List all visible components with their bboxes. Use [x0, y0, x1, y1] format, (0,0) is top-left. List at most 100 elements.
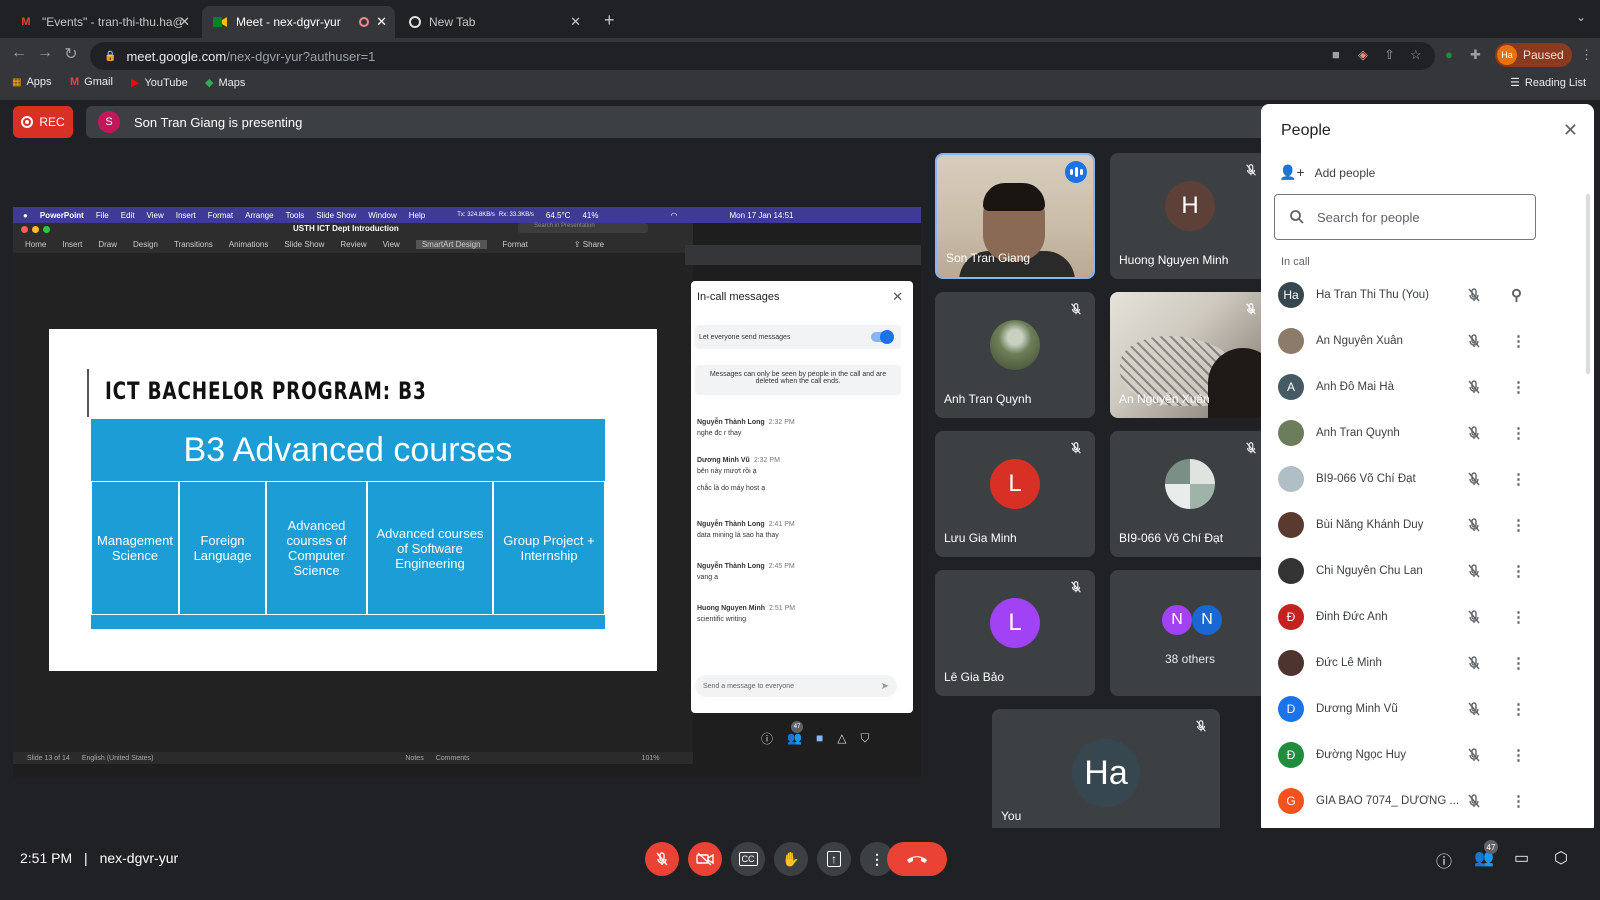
profile-button[interactable]: Ha Paused	[1495, 43, 1572, 67]
self-tile[interactable]: Ha You	[992, 709, 1220, 835]
share-button[interactable]: ⇪ Share	[574, 240, 604, 249]
chat-icon[interactable]: ▭	[1514, 848, 1529, 868]
participant-row[interactable]: An Nguyễn Xuân ⋮	[1261, 318, 1594, 364]
more-vert-icon[interactable]: ⋮	[1511, 700, 1526, 718]
location-blocked-icon[interactable]: ◈	[1358, 47, 1368, 63]
ribbon-tab-insert[interactable]: Insert	[62, 240, 82, 249]
ribbon-tab-review[interactable]: Review	[340, 240, 366, 249]
camera-icon[interactable]: ■	[1332, 47, 1340, 62]
back-arrow-icon[interactable]: ←	[8, 44, 30, 62]
participant-tile[interactable]: An Nguyễn Xuân	[1110, 292, 1270, 418]
people-icon[interactable]: 👥 47	[787, 721, 804, 745]
add-people-button[interactable]: 👤+ Add people	[1279, 164, 1375, 181]
extension-phone-icon[interactable]: ●	[1445, 47, 1453, 62]
ribbon-tab-draw[interactable]: Draw	[98, 240, 117, 249]
ribbon-tab-transitions[interactable]: Transitions	[174, 240, 213, 249]
activities-icon[interactable]: △	[837, 731, 846, 745]
bookmark-apps[interactable]: ▦ Apps	[12, 76, 52, 88]
allow-messages-toggle[interactable]	[871, 330, 894, 344]
people-icon[interactable]: 👥 47	[1474, 840, 1498, 868]
ribbon-tab-smartart-design[interactable]: SmartArt Design	[415, 239, 487, 249]
scrollbar[interactable]	[1586, 194, 1590, 374]
comments-button[interactable]: Comments	[436, 755, 470, 762]
camera-toggle-button[interactable]	[688, 842, 722, 876]
host-controls-icon[interactable]: ⛉	[860, 731, 869, 746]
smartart-cell[interactable]: Foreign Language	[179, 481, 266, 615]
more-vert-icon[interactable]: ⋮	[1511, 424, 1526, 442]
tab-gmail[interactable]: M "Events" - tran-thi-thu.ha@ust ✕	[8, 6, 198, 38]
browser-menu-icon[interactable]: ⋮	[1580, 47, 1593, 63]
share-page-icon[interactable]: ⇧	[1384, 47, 1395, 63]
participant-tile[interactable]: L Lưu Gia Minh	[935, 431, 1095, 557]
bookmark-star-icon[interactable]: ☆	[1410, 47, 1422, 63]
meeting-details-icon[interactable]: ⓘ	[1436, 848, 1452, 872]
ribbon-tab-format[interactable]: Format	[503, 240, 528, 249]
mic-toggle-button[interactable]	[645, 842, 679, 876]
participant-tile[interactable]: Anh Tran Quynh	[935, 292, 1095, 418]
smartart-graphic[interactable]: B3 Advanced courses Management Science F…	[91, 419, 605, 629]
bookmark-maps[interactable]: ◆ Maps	[205, 76, 245, 90]
close-tab-icon[interactable]: ✕	[570, 14, 581, 30]
new-tab-icon[interactable]: +	[604, 10, 615, 31]
bookmark-youtube[interactable]: ▶ YouTube	[131, 76, 188, 90]
smartart-cell[interactable]: Advanced courses of Software Engineering	[367, 481, 493, 615]
send-message-input[interactable]: Send a message to everyone ➤	[695, 675, 897, 697]
ribbon-tab-slideshow[interactable]: Slide Show	[284, 240, 324, 249]
more-vert-icon[interactable]: ⋮	[1511, 608, 1526, 626]
slide[interactable]: ICT BACHELOR PROGRAM: B3 B3 Advanced cou…	[49, 329, 657, 671]
reload-icon[interactable]: ↻	[60, 44, 82, 64]
tab-new[interactable]: New Tab ✕	[399, 6, 589, 38]
more-vert-icon[interactable]: ⋮	[1511, 746, 1526, 764]
ribbon-tab-view[interactable]: View	[383, 240, 400, 249]
activities-icon[interactable]: ⬡	[1554, 848, 1568, 868]
reading-list[interactable]: ☰ Reading List	[1510, 76, 1586, 90]
chat-icon[interactable]: ■	[816, 731, 823, 745]
others-tile[interactable]: N N 38 others	[1110, 570, 1270, 696]
ribbon-tab-design[interactable]: Design	[133, 240, 158, 249]
raise-hand-button[interactable]: ✋	[774, 842, 808, 876]
more-vert-icon[interactable]: ⋮	[1511, 562, 1526, 580]
more-vert-icon[interactable]: ⋮	[1511, 332, 1526, 350]
present-button[interactable]: ↑	[817, 842, 851, 876]
close-tab-icon[interactable]: ✕	[179, 14, 190, 30]
info-icon[interactable]: ⓘ	[761, 730, 773, 747]
extensions-puzzle-icon[interactable]: ✚	[1470, 47, 1481, 63]
close-icon[interactable]: ✕	[1563, 120, 1578, 141]
participant-row[interactable]: D Dương Minh Vũ ⋮	[1261, 686, 1594, 732]
participant-row[interactable]: Đức Lê Minh ⋮	[1261, 640, 1594, 686]
more-vert-icon[interactable]: ⋮	[1511, 516, 1526, 534]
smartart-cell-selected[interactable]: Group Project + Internship	[493, 481, 605, 615]
captions-button[interactable]: CC	[731, 842, 765, 876]
search-people-input[interactable]: Search for people	[1274, 194, 1536, 240]
tab-meet[interactable]: Meet - nex-dgvr-yur ✕	[202, 6, 395, 38]
address-bar[interactable]: 🔒 meet.google.com /nex-dgvr-yur?authuser…	[90, 42, 1435, 70]
bookmark-gmail[interactable]: M Gmail	[70, 76, 113, 88]
more-vert-icon[interactable]: ⋮	[1511, 378, 1526, 396]
ribbon-tab-home[interactable]: Home	[25, 240, 46, 249]
forward-arrow-icon[interactable]: →	[34, 44, 56, 62]
recording-indicator[interactable]: REC	[13, 106, 73, 138]
ppt-search-input[interactable]: Search in Presentation	[518, 223, 648, 233]
participant-row[interactable]: G GIA BẢO 7074_ DƯƠNG ... ⋮	[1261, 778, 1594, 824]
participant-row[interactable]: BI9-066 Võ Chí Đạt ⋮	[1261, 456, 1594, 502]
pin-icon[interactable]: ⚲	[1511, 286, 1522, 304]
ribbon-tab-animations[interactable]: Animations	[229, 240, 269, 249]
window-minimize-icon[interactable]	[32, 226, 39, 233]
more-vert-icon[interactable]: ⋮	[1511, 470, 1526, 488]
participant-tile[interactable]: H Huong Nguyen Minh	[1110, 153, 1270, 279]
participant-row[interactable]: Đ Đường Ngọc Huy ⋮	[1261, 732, 1594, 778]
more-vert-icon[interactable]: ⋮	[1511, 792, 1526, 810]
smartart-cell[interactable]: Management Science	[91, 481, 179, 615]
send-icon[interactable]: ➤	[881, 681, 889, 692]
close-tab-icon[interactable]: ✕	[376, 14, 387, 30]
participant-row[interactable]: Ha Ha Tran Thi Thu (You) ⚲	[1261, 272, 1594, 318]
participant-tile[interactable]: BI9-066 Võ Chí Đạt	[1110, 431, 1270, 557]
participant-row[interactable]: A Anh Đỗ Mai Hà ⋮	[1261, 364, 1594, 410]
tab-search-chevron-icon[interactable]: ⌄	[1576, 10, 1586, 24]
participant-row[interactable]: Bùi Năng Khánh Duy ⋮	[1261, 502, 1594, 548]
window-close-icon[interactable]	[21, 226, 28, 233]
participant-tile[interactable]: L Lê Gia Bảo	[935, 570, 1095, 696]
participant-tile[interactable]: Son Tran Giang	[935, 153, 1095, 279]
notes-button[interactable]: Notes	[405, 755, 423, 762]
more-vert-icon[interactable]: ⋮	[1511, 654, 1526, 672]
